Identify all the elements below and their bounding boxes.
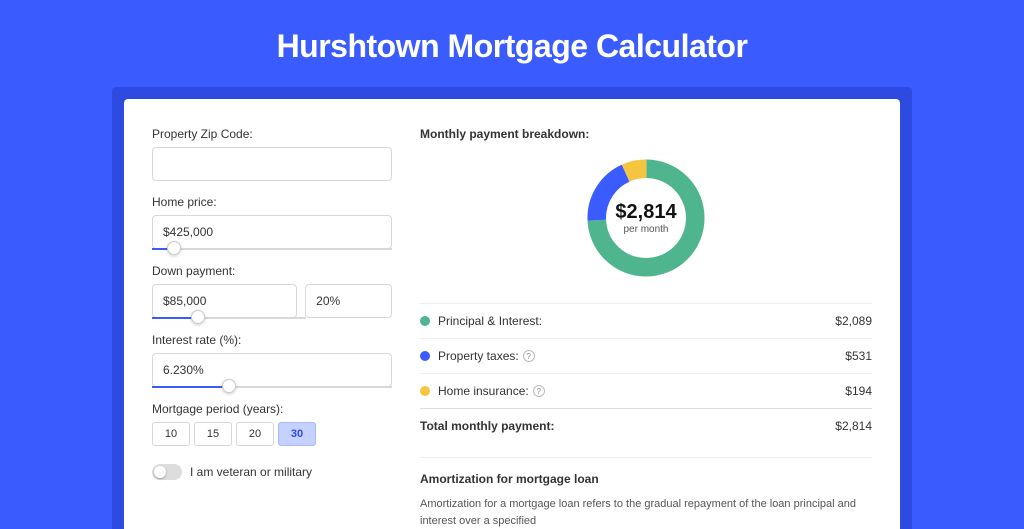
donut-chart: $2,814 per month <box>420 153 872 283</box>
legend-dot-taxes <box>420 351 430 361</box>
amortization-section: Amortization for mortgage loan Amortizat… <box>420 457 872 529</box>
amortization-text: Amortization for a mortgage loan refers … <box>420 496 872 529</box>
legend-dot-principal <box>420 316 430 326</box>
period-buttons: 10 15 20 30 <box>152 422 392 446</box>
period-btn-15[interactable]: 15 <box>194 422 232 446</box>
legend-label-principal: Principal & Interest: <box>438 314 835 328</box>
legend-label-taxes: Property taxes: ? <box>438 349 845 363</box>
interest-input[interactable] <box>152 353 392 387</box>
help-icon[interactable]: ? <box>533 385 545 397</box>
donut-sub: per month <box>615 224 676 235</box>
down-payment-pct-input[interactable] <box>305 284 392 318</box>
legend-row-taxes: Property taxes: ? $531 <box>420 338 872 373</box>
legend-dot-insurance <box>420 386 430 396</box>
period-label: Mortgage period (years): <box>152 402 392 416</box>
legend-value-taxes: $531 <box>845 349 872 363</box>
breakdown-section: Monthly payment breakdown: $2,814 per mo… <box>420 127 872 529</box>
veteran-toggle[interactable] <box>152 464 182 480</box>
legend-label-insurance: Home insurance: ? <box>438 384 845 398</box>
veteran-toggle-knob <box>154 466 166 478</box>
breakdown-title: Monthly payment breakdown: <box>420 127 872 141</box>
legend-label-total: Total monthly payment: <box>420 419 835 433</box>
legend-value-insurance: $194 <box>845 384 872 398</box>
calculator-panel: Property Zip Code: Home price: Down paym… <box>124 99 900 529</box>
legend-row-insurance: Home insurance: ? $194 <box>420 373 872 408</box>
interest-label: Interest rate (%): <box>152 333 392 347</box>
zip-label: Property Zip Code: <box>152 127 392 141</box>
home-price-label: Home price: <box>152 195 392 209</box>
down-payment-input[interactable] <box>152 284 297 318</box>
home-price-field-group: Home price: <box>152 195 392 250</box>
interest-field-group: Interest rate (%): <box>152 333 392 388</box>
veteran-label: I am veteran or military <box>190 465 312 479</box>
legend-row-principal: Principal & Interest: $2,089 <box>420 303 872 338</box>
zip-field-group: Property Zip Code: <box>152 127 392 181</box>
interest-slider-fill <box>152 386 229 388</box>
legend-row-total: Total monthly payment: $2,814 <box>420 408 872 443</box>
down-payment-slider[interactable] <box>152 317 306 319</box>
legend-value-total: $2,814 <box>835 419 872 433</box>
interest-slider-thumb[interactable] <box>222 379 236 393</box>
donut-amount: $2,814 <box>615 201 676 224</box>
home-price-slider[interactable] <box>152 248 392 250</box>
amortization-title: Amortization for mortgage loan <box>420 472 872 486</box>
interest-slider[interactable] <box>152 386 392 388</box>
home-price-input[interactable] <box>152 215 392 249</box>
period-btn-10[interactable]: 10 <box>152 422 190 446</box>
period-field-group: Mortgage period (years): 10 15 20 30 <box>152 402 392 446</box>
calculator-panel-wrap: Property Zip Code: Home price: Down paym… <box>112 87 912 529</box>
down-payment-field-group: Down payment: <box>152 264 392 319</box>
down-payment-label: Down payment: <box>152 264 392 278</box>
veteran-toggle-row: I am veteran or military <box>152 464 392 480</box>
donut-center: $2,814 per month <box>615 201 676 235</box>
input-form: Property Zip Code: Home price: Down paym… <box>152 127 392 529</box>
down-payment-slider-thumb[interactable] <box>191 310 205 324</box>
home-price-slider-thumb[interactable] <box>167 241 181 255</box>
page-title: Hurshtown Mortgage Calculator <box>0 0 1024 87</box>
period-btn-20[interactable]: 20 <box>236 422 274 446</box>
legend-value-principal: $2,089 <box>835 314 872 328</box>
zip-input[interactable] <box>152 147 392 181</box>
help-icon[interactable]: ? <box>523 350 535 362</box>
period-btn-30[interactable]: 30 <box>278 422 316 446</box>
